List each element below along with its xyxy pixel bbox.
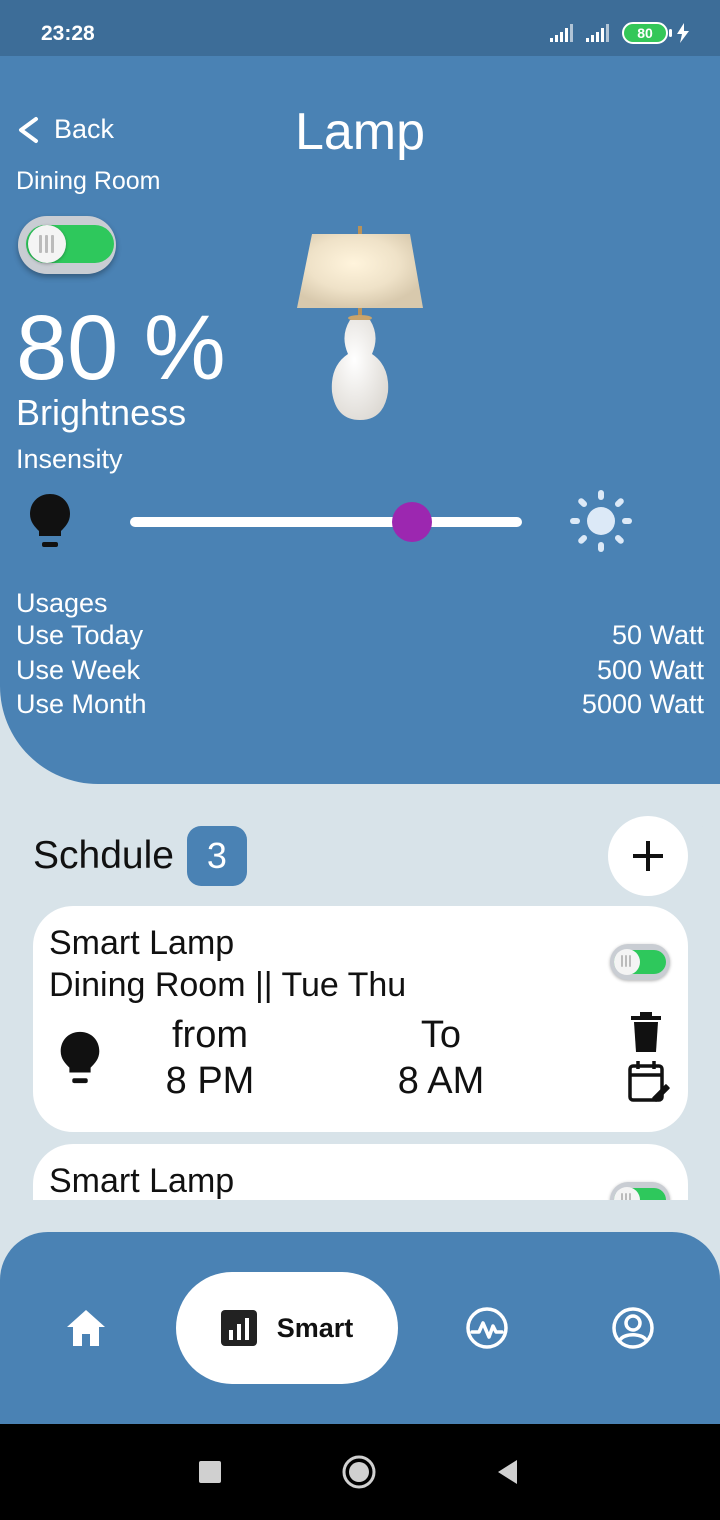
battery-level: 80 (622, 22, 668, 44)
usage-value: 5000 Watt (581, 689, 704, 719)
nav-smart[interactable]: Smart (176, 1272, 398, 1384)
room-label: Dining Room (16, 167, 161, 195)
usage-title: Usages (16, 588, 108, 618)
power-toggle[interactable] (18, 216, 116, 274)
nav-profile[interactable] (601, 1272, 665, 1384)
home-icon (67, 1310, 105, 1346)
to-time: To 8 AM (376, 1012, 506, 1104)
schedule-toggle[interactable] (610, 944, 670, 980)
usage-row-today: Use Today 50 Watt (16, 620, 704, 651)
nav-home[interactable] (54, 1272, 118, 1384)
from-time: from 8 PM (145, 1012, 275, 1104)
schedule-panel: Schdule 3 Smart Lamp Dining Room || Tue … (0, 784, 720, 1232)
power-toggle-knob (28, 225, 66, 263)
system-nav-bar (0, 1424, 720, 1520)
card-subtitle: Dining Room || Tue Thu (49, 966, 407, 1004)
schedule-toggle[interactable] (610, 1182, 670, 1200)
status-icons: 80 (550, 22, 690, 44)
usage-value: 50 Watt (611, 620, 704, 650)
nav-smart-label: Smart (276, 1312, 354, 1343)
schedule-list[interactable]: Smart Lamp Dining Room || Tue Thu from 8… (0, 784, 720, 1200)
page-title: Lamp (294, 103, 426, 161)
usage-row-week: Use Week 500 Watt (16, 655, 704, 686)
intensity-slider[interactable] (130, 502, 522, 542)
bar-chart-icon (220, 1310, 257, 1346)
status-time: 23:28 (41, 22, 95, 45)
intensity-label: Insensity (16, 444, 123, 474)
bulb-icon (30, 494, 70, 547)
slider-thumb[interactable] (392, 502, 433, 542)
schedule-card[interactable]: Smart Lamp (33, 1144, 688, 1200)
usage-label: Use Month (16, 689, 147, 719)
recents-icon[interactable] (192, 1454, 228, 1490)
profile-icon (612, 1307, 654, 1349)
card-title: Smart Lamp (49, 1162, 235, 1200)
brightness-value: 80 % (16, 297, 226, 399)
usage-row-month: Use Month 5000 Watt (16, 689, 704, 720)
charging-icon (677, 23, 689, 43)
trash-icon[interactable] (629, 1012, 663, 1052)
usage-label: Use Week (16, 655, 141, 685)
from-value: 8 PM (165, 1060, 255, 1102)
toggle-knob (614, 949, 640, 975)
from-label: from (172, 1014, 248, 1056)
signal-icon (550, 24, 573, 42)
schedule-card[interactable]: Smart Lamp Dining Room || Tue Thu from 8… (33, 906, 688, 1132)
slider-rail (130, 517, 522, 527)
activity-icon (466, 1307, 508, 1349)
home-system-icon[interactable] (341, 1454, 377, 1490)
bottom-nav: Smart (0, 1232, 720, 1424)
card-title: Smart Lamp (49, 924, 235, 962)
battery-icon: 80 (622, 22, 672, 44)
lamp-control-panel: Back Lamp Dining Room 80 % Brightness In… (0, 56, 720, 784)
lamp-image (297, 226, 423, 420)
usage-value: 500 Watt (596, 655, 704, 685)
to-value: 8 AM (397, 1060, 485, 1102)
brightness-label: Brightness (16, 392, 187, 433)
signal-icon-2 (586, 24, 609, 42)
nav-activity[interactable] (455, 1272, 519, 1384)
sun-icon (570, 490, 632, 552)
usage-label: Use Today (16, 620, 144, 650)
status-bar: 23:28 80 (0, 0, 720, 56)
bulb-icon (60, 1031, 100, 1084)
edit-calendar-icon[interactable] (627, 1060, 673, 1106)
to-label: To (420, 1014, 462, 1056)
back-system-icon[interactable] (490, 1454, 526, 1490)
